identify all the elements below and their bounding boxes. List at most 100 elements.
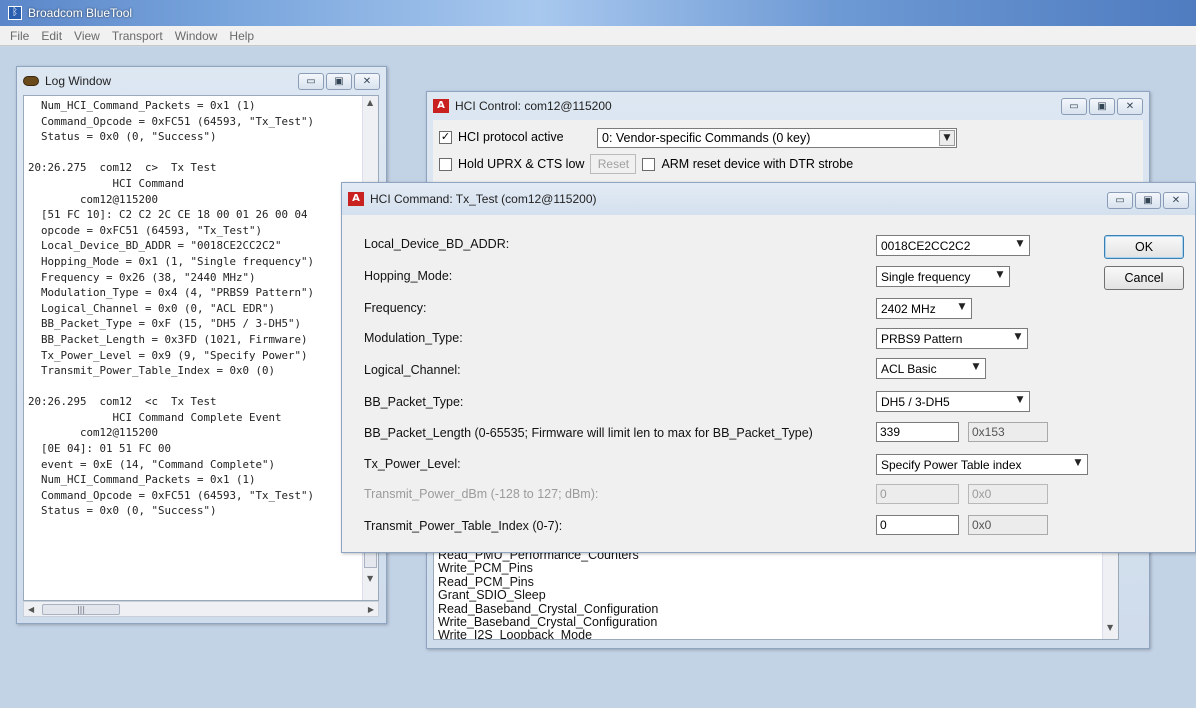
- scroll-down-arrow-icon[interactable]: ▼: [367, 574, 373, 583]
- logical-channel-value: ACL Basic: [881, 362, 937, 376]
- transmit-power-dbm-label: Transmit_Power_dBm (-128 to 127; dBm):: [364, 487, 599, 501]
- maximize-button[interactable]: ▣: [326, 73, 352, 90]
- chevron-down-icon[interactable]: ▼: [954, 300, 970, 316]
- frequency-value: 2402 MHz: [881, 302, 936, 316]
- menu-bar: File Edit View Transport Window Help: [0, 26, 1196, 46]
- log-line: Status = 0x0 (0, "Success"): [28, 504, 217, 518]
- hci-control-titlebar[interactable]: A HCI Control: com12@115200: [433, 92, 1143, 120]
- log-line: event = 0xE (14, "Command Complete"): [28, 457, 276, 471]
- bb-packet-length-hex: 0x153: [968, 422, 1048, 442]
- hopping-mode-select[interactable]: Single frequency ▼: [876, 266, 1010, 287]
- hci-control-title: HCI Control: com12@115200: [455, 99, 612, 113]
- log-line: Hopping_Mode = 0x1 (1, "Single frequency…: [28, 254, 315, 268]
- chevron-down-icon[interactable]: ▼: [1012, 237, 1028, 253]
- hci-command-title-area: A HCI Command: Tx_Test (com12@115200): [348, 185, 1189, 213]
- list-item[interactable]: Write_PCM_Pins: [438, 561, 658, 575]
- transmit-power-table-index-hex: 0x0: [968, 515, 1048, 535]
- log-pane[interactable]: Num_HCI_Command_Packets = 0x1 (1) Comman…: [23, 95, 379, 601]
- arm-reset-label: ARM reset device with DTR strobe: [661, 157, 854, 171]
- minimize-button[interactable]: ▭: [1107, 192, 1133, 209]
- broadcom-icon: A: [348, 192, 364, 206]
- bb-packet-type-select[interactable]: DH5 / 3-DH5 ▼: [876, 391, 1030, 412]
- horizontal-scroll-thumb[interactable]: |||: [42, 604, 120, 615]
- logical-channel-label: Logical_Channel:: [364, 363, 461, 377]
- scroll-down-arrow-icon[interactable]: ▼: [1107, 623, 1113, 632]
- list-item[interactable]: Read_PCM_Pins: [438, 575, 658, 589]
- log-line: Transmit_Power_Table_Index = 0x0 (0): [28, 364, 276, 378]
- arm-reset-checkbox[interactable]: [642, 157, 656, 171]
- log-line: Local_Device_BD_ADDR = "0018CE2CC2C2": [28, 239, 282, 253]
- chevron-down-icon[interactable]: ▼: [992, 268, 1008, 284]
- log-line: Modulation_Type = 0x4 (4, "PRBS9 Pattern…: [28, 286, 315, 300]
- log-icon: [23, 76, 39, 86]
- modulation-type-value: PRBS9 Pattern: [881, 332, 963, 346]
- maximize-button[interactable]: ▣: [1089, 98, 1115, 115]
- vendor-command-select[interactable]: 0: Vendor-specific Commands (0 key) ▼: [597, 128, 957, 148]
- cancel-button[interactable]: Cancel: [1104, 266, 1184, 290]
- scroll-right-arrow-icon[interactable]: ▶: [368, 605, 374, 614]
- frequency-select[interactable]: 2402 MHz ▼: [876, 298, 972, 319]
- log-line: 20:26.295 com12 <c Tx Test: [28, 395, 217, 409]
- chevron-down-icon[interactable]: ▼: [939, 130, 955, 146]
- hold-uprx-checkbox[interactable]: [439, 157, 452, 171]
- log-line: [0E 04]: 01 51 FC 00: [28, 442, 172, 456]
- log-line: Status = 0x0 (0, "Success"): [28, 130, 217, 144]
- log-line: BB_Packet_Length = 0x3FD (1021, Firmware…: [28, 332, 308, 346]
- chevron-down-icon[interactable]: ▼: [968, 360, 984, 376]
- minimize-button[interactable]: ▭: [298, 73, 324, 90]
- log-line: opcode = 0xFC51 (64593, "Tx_Test"): [28, 223, 263, 237]
- close-button[interactable]: ✕: [1163, 192, 1189, 209]
- bb-packet-length-input[interactable]: [876, 422, 959, 442]
- chevron-down-icon[interactable]: ▼: [1012, 393, 1028, 409]
- chevron-down-icon[interactable]: ▼: [1070, 456, 1086, 472]
- hopping-mode-label: Hopping_Mode:: [364, 269, 453, 283]
- frequency-label: Frequency:: [364, 301, 427, 315]
- chevron-down-icon[interactable]: ▼: [1010, 330, 1026, 346]
- minimize-button[interactable]: ▭: [1061, 98, 1087, 115]
- log-line: [51 FC 10]: C2 C2 2C CE 18 00 01 26 00 0…: [28, 208, 308, 222]
- scroll-thumb[interactable]: [364, 552, 377, 568]
- menu-transport[interactable]: Transport: [106, 29, 169, 43]
- transmit-power-table-index-label: Transmit_Power_Table_Index (0-7):: [364, 519, 563, 533]
- bd-addr-select[interactable]: 0018CE2CC2C2 ▼: [876, 235, 1030, 256]
- bb-packet-type-value: DH5 / 3-DH5: [881, 395, 950, 409]
- log-line: 20:26.275 com12 c> Tx Test: [28, 161, 217, 175]
- log-line: com12@115200: [28, 426, 159, 440]
- bluetooth-icon: ᛒ: [8, 6, 22, 20]
- log-horizontal-scrollbar[interactable]: ◀ ||| ▶: [23, 601, 379, 617]
- transmit-power-dbm-hex: 0x0: [968, 484, 1048, 504]
- scroll-up-arrow-icon[interactable]: ▲: [367, 98, 373, 107]
- list-item[interactable]: Grant_SDIO_Sleep: [438, 588, 658, 602]
- log-line: HCI Command Complete Event: [28, 410, 282, 424]
- protocol-active-checkbox[interactable]: ✓: [439, 130, 452, 144]
- bd-addr-value: 0018CE2CC2C2: [881, 239, 971, 253]
- list-item[interactable]: Write_I2S_Loopback_Mode: [438, 629, 658, 639]
- list-item[interactable]: Write_Baseband_Crystal_Configuration: [438, 615, 658, 629]
- close-button[interactable]: ✕: [354, 73, 380, 90]
- bb-packet-type-label: BB_Packet_Type:: [364, 395, 464, 409]
- close-button[interactable]: ✕: [1117, 98, 1143, 115]
- log-line: Command_Opcode = 0xFC51 (64593, "Tx_Test…: [28, 114, 315, 128]
- menu-file[interactable]: File: [4, 29, 35, 43]
- log-line: Num_HCI_Command_Packets = 0x1 (1): [28, 473, 256, 487]
- list-item[interactable]: Read_Baseband_Crystal_Configuration: [438, 602, 658, 616]
- hci-command-dialog: A HCI Command: Tx_Test (com12@115200) ▭ …: [341, 182, 1196, 553]
- menu-help[interactable]: Help: [223, 29, 260, 43]
- maximize-button[interactable]: ▣: [1135, 192, 1161, 209]
- transmit-power-table-index-input[interactable]: [876, 515, 959, 535]
- modulation-type-select[interactable]: PRBS9 Pattern ▼: [876, 328, 1028, 349]
- menu-edit[interactable]: Edit: [35, 29, 68, 43]
- tx-power-level-select[interactable]: Specify Power Table index ▼: [876, 454, 1088, 475]
- scroll-left-arrow-icon[interactable]: ◀: [28, 605, 34, 614]
- ok-button[interactable]: OK: [1104, 235, 1184, 259]
- app-title: Broadcom BlueTool: [28, 6, 133, 20]
- reset-button[interactable]: Reset: [590, 154, 637, 174]
- menu-window[interactable]: Window: [169, 29, 224, 43]
- menu-view[interactable]: View: [68, 29, 106, 43]
- log-window-title: Log Window: [45, 74, 112, 88]
- log-line: HCI Command: [28, 176, 185, 190]
- protocol-active-row: ✓ HCI protocol active: [439, 130, 564, 144]
- tx-power-level-value: Specify Power Table index: [881, 458, 1022, 472]
- logical-channel-select[interactable]: ACL Basic ▼: [876, 358, 986, 379]
